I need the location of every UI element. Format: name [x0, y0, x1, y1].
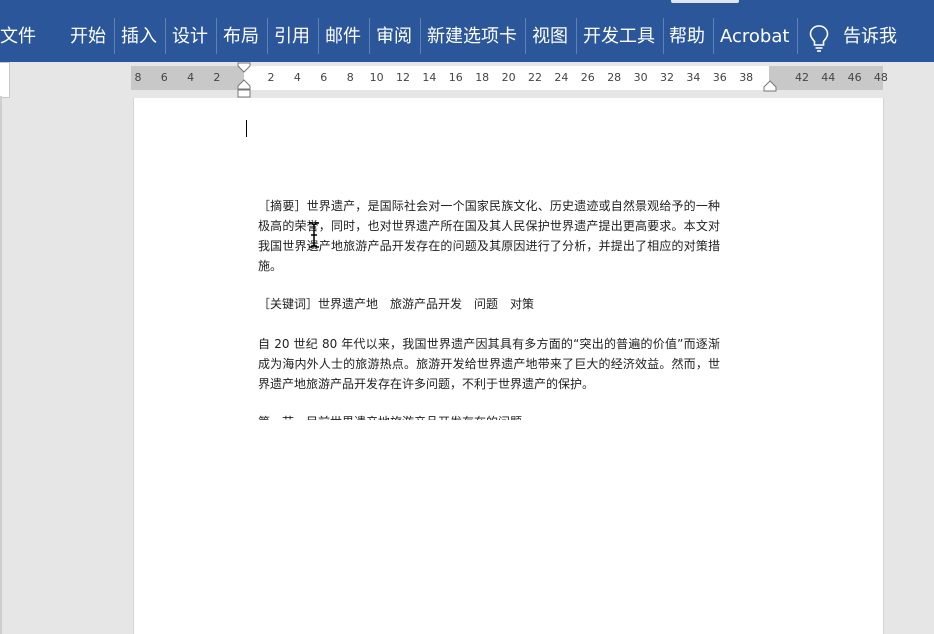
tab-separator	[420, 18, 421, 54]
tab-new-tab[interactable]: 新建选项卡	[427, 22, 517, 52]
ruler-tick-20: 20	[501, 71, 516, 84]
tell-me-search[interactable]: 告诉我	[843, 22, 897, 52]
tab-design[interactable]: 设计	[172, 22, 208, 52]
vertical-ruler-edge	[0, 96, 2, 634]
tab-references[interactable]: 引用	[274, 22, 310, 52]
title-bar-edge	[671, 0, 739, 3]
left-indent-marker-icon[interactable]	[235, 62, 253, 100]
ruler-tick-2: 2	[267, 71, 275, 84]
tab-insert[interactable]: 插入	[121, 22, 157, 52]
vertical-ruler-stub	[0, 62, 10, 98]
intro-paragraph[interactable]: 自 20 世纪 80 年代以来，我国世界遗产因其具有多方面的“突出的普遍的价值”…	[258, 334, 720, 394]
right-indent-marker-icon[interactable]	[763, 80, 777, 92]
ruler-tick-44: 44	[821, 71, 836, 84]
tab-layout[interactable]: 布局	[223, 22, 259, 52]
tab-home[interactable]: 开始	[70, 22, 106, 52]
ruler-tick-36: 36	[712, 71, 727, 84]
ruler-tick-4: 4	[293, 71, 301, 84]
keywords-paragraph[interactable]: ［关键词］世界遗产地 旅游产品开发 问题 对策	[258, 294, 720, 314]
ruler-tick-18: 18	[475, 71, 490, 84]
tab-separator	[216, 18, 217, 54]
ruler-tick-8: 8	[134, 71, 142, 84]
tab-review[interactable]: 审阅	[376, 22, 412, 52]
text-cursor	[246, 120, 247, 137]
ruler-tick-26: 26	[580, 71, 595, 84]
section-heading-text: 第一节 目前世界遗产地旅游产品开发存在的问题	[258, 412, 720, 420]
ibeam-cursor-icon	[309, 222, 319, 248]
tab-acrobat[interactable]: Acrobat	[720, 22, 789, 52]
ruler-tick-38: 38	[739, 71, 754, 84]
ruler-tick-22: 22	[528, 71, 542, 84]
tab-file[interactable]: 文件	[0, 22, 36, 52]
tab-view[interactable]: 视图	[532, 22, 568, 52]
tab-separator	[165, 18, 166, 54]
ruler-tick-8: 8	[346, 71, 354, 84]
ruler-tick-6: 6	[160, 71, 168, 84]
ruler-tick-34: 34	[686, 71, 701, 84]
ruler-tick-48: 48	[873, 71, 888, 84]
ruler-tick-30: 30	[633, 71, 648, 84]
ruler-tick-24: 24	[554, 71, 569, 84]
tab-developer[interactable]: 开发工具	[583, 22, 655, 52]
tab-separator	[797, 18, 798, 54]
ruler-tick-42: 42	[795, 71, 809, 84]
tab-separator	[267, 18, 268, 54]
ruler-tick-46: 46	[847, 71, 862, 84]
ruler-tick-12: 12	[396, 71, 410, 84]
tab-separator	[525, 18, 526, 54]
tab-separator	[114, 18, 115, 54]
ruler-tick-14: 14	[422, 71, 437, 84]
tab-mailings[interactable]: 邮件	[325, 22, 361, 52]
ruler-tick-2: 2	[213, 71, 221, 84]
lightbulb-icon[interactable]	[808, 24, 830, 52]
tab-separator	[369, 18, 370, 54]
section-heading-partial[interactable]: 第一节 目前世界遗产地旅游产品开发存在的问题	[258, 412, 720, 420]
ruler-tick-32: 32	[660, 71, 674, 84]
tab-separator	[713, 18, 714, 54]
tab-separator	[663, 18, 664, 54]
tab-help[interactable]: 帮助	[669, 22, 705, 52]
left-gutter	[0, 62, 131, 634]
ruler-tick-6: 6	[320, 71, 328, 84]
ruler-tick-16: 16	[448, 71, 463, 84]
ruler-tick-10: 10	[369, 71, 384, 84]
ribbon-tab-bar: 文件 开始 插入 设计 布局 引用 邮件 审阅 新建选项卡 视图 开发工具 帮助…	[0, 0, 934, 62]
abstract-paragraph[interactable]: ［摘要］世界遗产，是国际社会对一个国家民族文化、历史遗迹或自然景观给予的一种极高…	[258, 196, 720, 276]
tab-separator	[318, 18, 319, 54]
ruler-tick-28: 28	[607, 71, 622, 84]
tab-separator	[576, 18, 577, 54]
ruler-tick-4: 4	[187, 71, 195, 84]
